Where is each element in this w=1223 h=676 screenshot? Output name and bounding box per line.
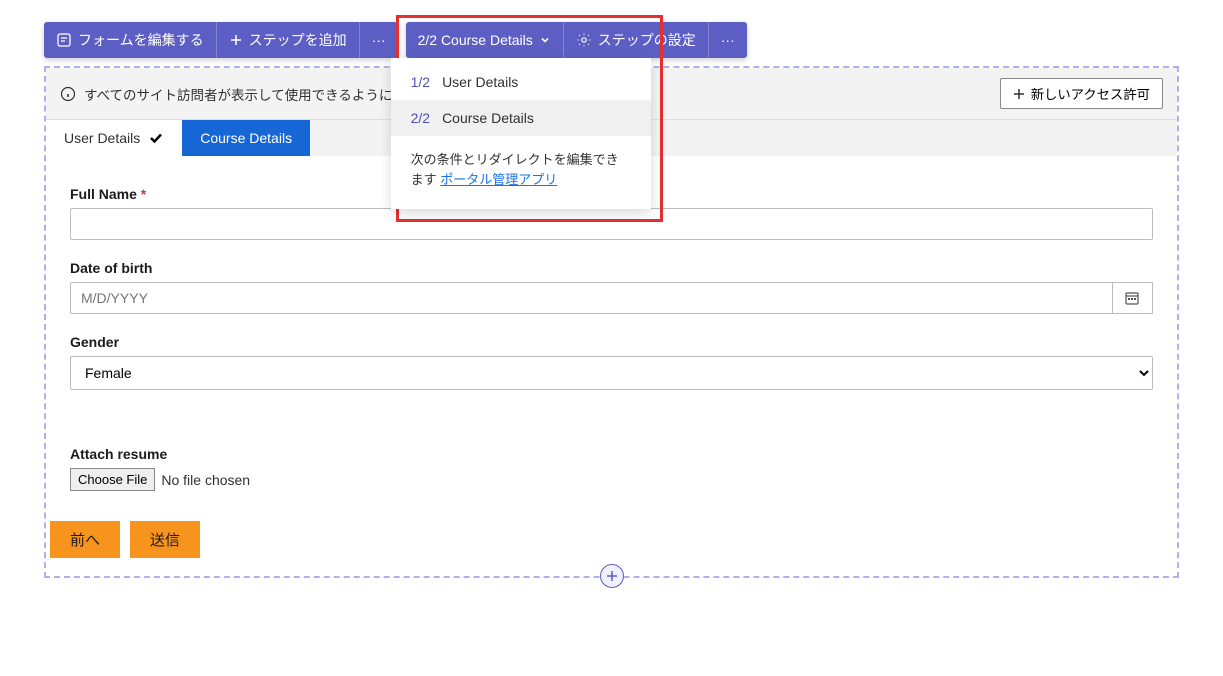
step-name: Course Details — [442, 110, 534, 126]
portal-admin-link[interactable]: ポータル管理アプリ — [440, 172, 557, 187]
info-icon — [60, 86, 76, 102]
step-dropdown-button[interactable]: 2/2 Course Details — [406, 22, 564, 58]
step-item-user-details[interactable]: 1/2 User Details — [391, 64, 651, 100]
step-name: User Details — [442, 74, 518, 90]
check-icon — [148, 130, 164, 146]
step-settings-label: ステップの設定 — [598, 30, 696, 50]
new-permission-button[interactable]: 新しいアクセス許可 — [1000, 78, 1163, 109]
file-status-text: No file chosen — [161, 472, 250, 488]
full-name-input[interactable] — [70, 208, 1153, 240]
step-index: 2/2 — [411, 110, 430, 126]
step-settings-button[interactable]: ステップの設定 — [564, 22, 709, 58]
add-step-label: ステップを追加 — [249, 30, 347, 50]
step-toolbar: 2/2 Course Details ステップの設定 ··· — [406, 22, 747, 58]
tab-user-details[interactable]: User Details — [46, 120, 182, 156]
form-icon — [56, 32, 72, 48]
step-index: 1/2 — [411, 74, 430, 90]
tab-label: User Details — [64, 130, 140, 146]
step-dropdown-note: 次の条件とリダイレクトを編集できます ポータル管理アプリ — [391, 136, 651, 209]
gender-field: Gender Female — [70, 334, 1153, 390]
ellipsis-icon: ··· — [721, 32, 735, 48]
form-actions: 前へ 送信 — [46, 521, 1177, 558]
plus-icon — [606, 570, 618, 582]
required-marker: * — [141, 186, 146, 202]
add-step-button[interactable]: ステップを追加 — [217, 22, 360, 58]
step-item-course-details[interactable]: 2/2 Course Details — [391, 100, 651, 136]
calendar-icon — [1124, 290, 1140, 306]
resume-field: Attach resume Choose File No file chosen — [70, 446, 1153, 491]
tab-course-details[interactable]: Course Details — [182, 120, 310, 156]
new-permission-label: 新しいアクセス許可 — [1031, 84, 1150, 103]
step-dropdown-panel: 1/2 User Details 2/2 Course Details 次の条件… — [391, 58, 651, 209]
plus-icon — [229, 33, 243, 47]
form-toolbar: フォームを編集する ステップを追加 ··· — [44, 22, 398, 58]
tab-label: Course Details — [200, 130, 292, 146]
chevron-down-icon — [539, 34, 551, 46]
gear-icon — [576, 32, 592, 48]
choose-file-button[interactable]: Choose File — [70, 468, 155, 491]
ellipsis-icon: ··· — [372, 32, 386, 48]
step-more-button[interactable]: ··· — [709, 22, 747, 58]
resume-label: Attach resume — [70, 446, 1153, 462]
form-more-button[interactable]: ··· — [360, 22, 398, 58]
dob-calendar-button[interactable] — [1113, 282, 1153, 314]
step-dropdown-label: 2/2 Course Details — [418, 32, 533, 48]
plus-icon — [1013, 88, 1025, 100]
edit-form-label: フォームを編集する — [78, 30, 204, 50]
dob-input[interactable] — [70, 282, 1113, 314]
form-body: Full Name * Date of birth Gender Female … — [46, 156, 1177, 521]
gender-select[interactable]: Female — [70, 356, 1153, 390]
add-section-button[interactable] — [600, 564, 624, 588]
gender-label: Gender — [70, 334, 1153, 350]
dob-label: Date of birth — [70, 260, 1153, 276]
edit-form-button[interactable]: フォームを編集する — [44, 22, 217, 58]
previous-button[interactable]: 前へ — [50, 521, 120, 558]
dob-field: Date of birth — [70, 260, 1153, 314]
submit-button[interactable]: 送信 — [130, 521, 200, 558]
